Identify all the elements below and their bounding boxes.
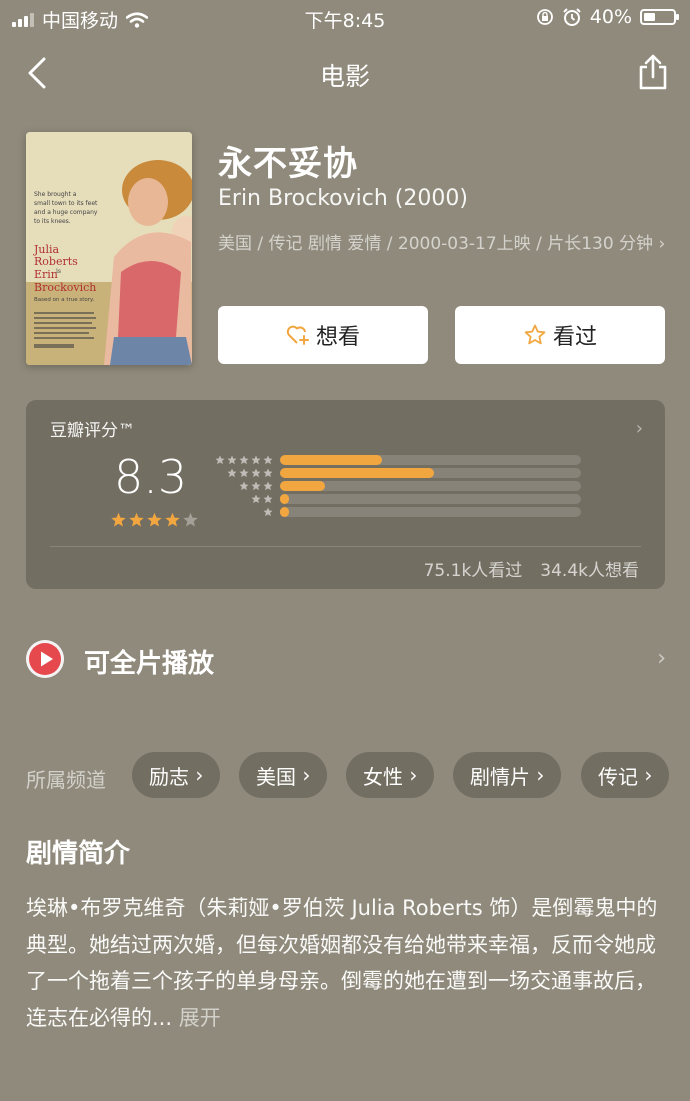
play-label: 可全片播放 <box>84 649 215 679</box>
synopsis-body: 埃琳•布罗克维奇（朱莉娅•罗伯茨 Julia Roberts 饰）是倒霉鬼中的典… <box>26 896 658 1030</box>
rating-dist-track <box>280 468 581 478</box>
channel-chip-label: 传记 <box>598 764 638 789</box>
rating-dist-bar <box>280 494 290 504</box>
star-filled-icon <box>129 512 144 527</box>
star-small-icon <box>251 468 261 478</box>
svg-text:Brockovich: Brockovich <box>34 281 96 294</box>
rating-dist-row <box>214 468 614 478</box>
movie-poster[interactable]: She brought a small town to its feet and… <box>26 132 192 365</box>
channel-chip[interactable]: 传记 › <box>581 752 670 798</box>
rating-score: 8.3 <box>114 450 188 504</box>
share-icon[interactable] <box>636 53 670 91</box>
heart-plus-icon <box>286 325 309 345</box>
rating-label: 豆瓣评分™ <box>50 421 135 441</box>
star-small-icon <box>227 455 237 465</box>
star-small-icon <box>263 468 273 478</box>
channel-chip-label: 励志 <box>149 764 189 789</box>
channels-row: 所属频道 励志 › 美国 › 女性 › 剧情片 › 传记 › <box>26 752 690 800</box>
rating-dist-track <box>280 455 581 465</box>
chevron-right-icon: › <box>635 418 643 439</box>
chevron-right-icon: › <box>657 646 666 671</box>
channels-label: 所属频道 <box>26 768 106 792</box>
svg-text:and a huge company: and a huge company <box>34 209 98 216</box>
star-small-icon <box>263 455 273 465</box>
page-title: 电影 <box>319 62 370 91</box>
battery-fill <box>644 13 656 21</box>
svg-text:is: is <box>56 268 61 275</box>
svg-text:Roberts: Roberts <box>34 255 78 268</box>
rating-dist-bar <box>280 468 434 478</box>
rating-panel[interactable]: 豆瓣评分™ › 8.3 75.1k人看过 34.4k人想看 <box>26 400 665 589</box>
star-small-icon <box>215 455 225 465</box>
divider <box>50 546 641 547</box>
play-icon <box>26 640 64 678</box>
chevron-right-icon: › <box>658 234 666 254</box>
star-small-icon <box>239 455 249 465</box>
want-count: 34.4k人想看 <box>540 561 639 581</box>
battery-percent: 40% <box>589 6 632 28</box>
channel-chip[interactable]: 剧情片 › <box>453 752 562 798</box>
rating-dist-row <box>214 481 614 491</box>
channel-chip[interactable]: 美国 › <box>239 752 328 798</box>
rating-dist-row <box>214 507 614 517</box>
channel-chip-label: 女性 <box>363 764 403 789</box>
rating-dist-bar <box>280 481 326 491</box>
rating-stats: 75.1k人看过 34.4k人想看 <box>424 556 639 581</box>
battery-icon <box>640 9 679 25</box>
seen-button[interactable]: 看过 <box>455 306 665 364</box>
star-filled-icon <box>165 512 180 527</box>
want-button-label: 想看 <box>315 325 360 350</box>
want-button[interactable]: 想看 <box>218 306 428 364</box>
star-small-icon <box>251 481 261 491</box>
rating-dist-track <box>280 507 581 517</box>
star-small-icon <box>263 507 273 517</box>
poster-tagline: She brought a <box>34 191 77 198</box>
svg-text:to its knees.: to its knees. <box>34 218 71 225</box>
channel-chip[interactable]: 励志 › <box>132 752 221 798</box>
rating-stars <box>110 512 199 528</box>
synopsis-text: 埃琳•布罗克维奇（朱莉娅•罗伯茨 Julia Roberts 饰）是倒霉鬼中的典… <box>26 890 666 1036</box>
movie-original-title: Erin Brockovich (2000) <box>218 186 468 211</box>
seen-count: 75.1k人看过 <box>423 561 523 581</box>
rating-dist-track <box>280 481 581 491</box>
poster-title: Erin <box>34 268 58 281</box>
alarm-icon <box>563 8 581 26</box>
nav-bar: 电影 <box>0 45 690 101</box>
channel-chip-label: 美国 <box>256 764 296 789</box>
poster-artwork: She brought a small town to its feet and… <box>26 132 192 365</box>
seen-button-label: 看过 <box>552 325 597 350</box>
svg-text:small town to its feet: small town to its feet <box>34 200 98 207</box>
movie-title: 永不妥协 <box>218 144 358 184</box>
star-small-icon <box>251 494 261 504</box>
rating-dist-track <box>280 494 581 504</box>
star-small-icon <box>263 481 273 491</box>
star-outline-icon <box>524 324 546 345</box>
rating-dist-bar <box>280 455 383 465</box>
expand-link[interactable]: 展开 <box>179 1006 221 1030</box>
rating-dist-bar <box>280 507 290 517</box>
status-bar: 中国移动 下午8:45 40% <box>0 0 690 36</box>
star-small-icon <box>239 481 249 491</box>
movie-meta-text: 美国 / 传记 剧情 爱情 / 2000-03-17上映 / 片长130 分钟 <box>218 234 654 254</box>
star-small-icon <box>239 468 249 478</box>
star-filled-icon <box>111 512 126 527</box>
rating-dist-row <box>214 455 614 465</box>
star-small-icon <box>263 494 273 504</box>
star-filled-icon <box>147 512 162 527</box>
star-small-icon <box>251 455 261 465</box>
status-right: 40% <box>536 6 679 28</box>
poster-based: Based on a true story. <box>34 297 95 303</box>
rotation-lock-icon <box>536 9 553 25</box>
synopsis-title: 剧情简介 <box>26 839 131 869</box>
star-empty-icon <box>183 512 198 527</box>
movie-meta[interactable]: 美国 / 传记 剧情 爱情 / 2000-03-17上映 / 片长130 分钟 … <box>218 232 668 256</box>
rating-dist-row <box>214 494 614 504</box>
channel-chip-label: 剧情片 <box>470 764 530 789</box>
channel-chip[interactable]: 女性 › <box>346 752 435 798</box>
full-play-row[interactable]: 可全片播放 › <box>26 640 666 680</box>
star-small-icon <box>227 468 237 478</box>
